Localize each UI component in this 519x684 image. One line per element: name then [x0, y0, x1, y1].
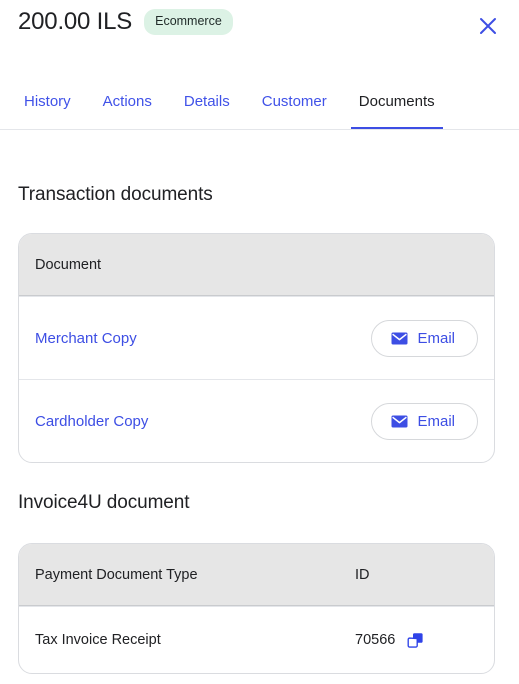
invoice4u-document-heading: Invoice4U document — [18, 492, 190, 513]
copy-id-button[interactable] — [406, 631, 424, 649]
email-button-label: Email — [417, 412, 455, 430]
page-title: 200.00 ILS — [18, 8, 133, 35]
status-badge: Ecommerce — [144, 9, 233, 35]
document-link-merchant-copy[interactable]: Merchant Copy — [35, 330, 137, 347]
tab-customer[interactable]: Customer — [246, 88, 343, 128]
column-header-payment-document-type: Payment Document Type — [35, 566, 198, 583]
title-group: 200.00 ILS Ecommerce — [18, 8, 471, 36]
envelope-icon — [391, 415, 408, 427]
tab-history[interactable]: History — [8, 88, 87, 128]
table-header-row: Document — [19, 234, 494, 296]
table-row: Cardholder Copy Email — [19, 379, 494, 462]
email-cardholder-copy-button[interactable]: Email — [371, 402, 478, 440]
invoice4u-document-card: Payment Document Type ID Tax Invoice Rec… — [18, 543, 495, 674]
tab-bar: History Actions Details Customer Documen… — [0, 88, 519, 130]
email-button-label: Email — [417, 329, 455, 347]
document-link-cardholder-copy[interactable]: Cardholder Copy — [35, 413, 148, 430]
close-icon — [480, 18, 496, 34]
transaction-documents-heading: Transaction documents — [18, 184, 213, 205]
email-merchant-copy-button[interactable]: Email — [371, 319, 478, 357]
table-row: Merchant Copy Email — [19, 296, 494, 379]
column-header-document: Document — [35, 256, 102, 273]
table-row: Tax Invoice Receipt 70566 — [19, 606, 494, 673]
tab-documents[interactable]: Documents — [343, 88, 451, 129]
tab-details[interactable]: Details — [168, 88, 246, 128]
cell-id: 70566 — [355, 631, 478, 649]
close-button[interactable] — [471, 9, 505, 43]
envelope-icon — [391, 332, 408, 344]
column-header-id: ID — [355, 566, 370, 583]
cell-payment-document-type: Tax Invoice Receipt — [35, 632, 161, 648]
dialog-header: 200.00 ILS Ecommerce — [0, 0, 519, 56]
table-header-row: Payment Document Type ID — [19, 544, 494, 606]
invoice-id-value: 70566 — [355, 632, 396, 648]
copy-icon — [407, 632, 423, 648]
tab-actions[interactable]: Actions — [87, 88, 168, 128]
transaction-documents-card: Document Merchant Copy Email Cardholder … — [18, 233, 495, 463]
